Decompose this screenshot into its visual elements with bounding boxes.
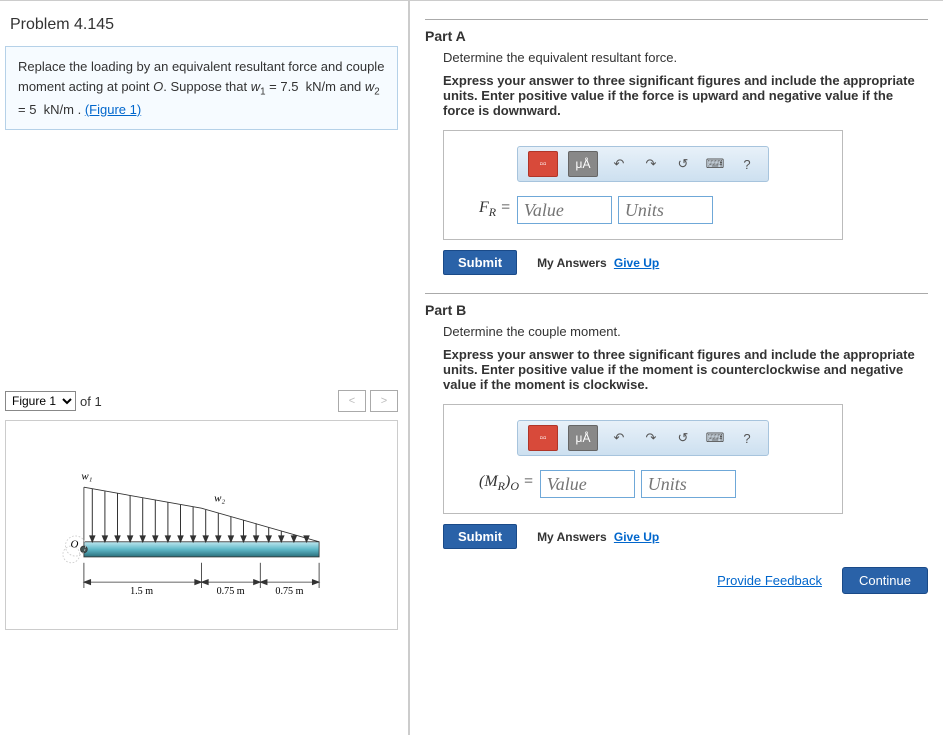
part-b-submit-button[interactable]: Submit (443, 524, 517, 549)
continue-button[interactable]: Continue (842, 567, 928, 594)
figure-select[interactable]: Figure 1 (5, 391, 76, 411)
give-up-link[interactable]: Give Up (614, 256, 659, 270)
part-a-label: Part A (425, 28, 928, 44)
reset-icon[interactable]: ↺ (672, 153, 694, 175)
help-icon[interactable]: ? (736, 153, 758, 175)
part-b-variable: (MR)O = (479, 473, 534, 494)
figure-dim-2: 0.75 m (217, 586, 245, 597)
problem-statement: Replace the loading by an equivalent res… (5, 46, 398, 130)
problem-title: Problem 4.145 (10, 16, 398, 34)
part-b-bold: Express your answer to three significant… (443, 347, 928, 392)
figure-label-o: O (70, 539, 78, 551)
give-up-link[interactable]: Give Up (614, 530, 659, 544)
figure-image: O w₁ w₂ (5, 420, 398, 630)
part-a-answer-box: ▫▫ μÅ ↶ ↷ ↺ ⌨ ? FR = (443, 130, 843, 240)
part-b-label: Part B (425, 302, 928, 318)
part-b-instruction: Determine the couple moment. (443, 324, 928, 339)
part-a-submit-button[interactable]: Submit (443, 250, 517, 275)
keyboard-icon[interactable]: ⌨ (704, 427, 726, 449)
redo-icon[interactable]: ↷ (640, 153, 662, 175)
part-a-variable: FR = (479, 199, 511, 220)
part-a-bold: Express your answer to three significant… (443, 73, 928, 118)
part-a-units-input[interactable] (618, 196, 713, 224)
figure-label-w1: w₁ (81, 471, 92, 483)
redo-icon[interactable]: ↷ (640, 427, 662, 449)
figure-link[interactable]: (Figure 1) (85, 102, 141, 117)
part-b-answer-box: ▫▫ μÅ ↶ ↷ ↺ ⌨ ? (MR)O = (443, 404, 843, 514)
mu-a-button[interactable]: μÅ (568, 425, 598, 451)
problem-text: Replace the loading by an equivalent res… (18, 59, 384, 117)
figure-of-text: of 1 (80, 394, 102, 409)
template-icon[interactable]: ▫▫ (528, 425, 558, 451)
undo-icon[interactable]: ↶ (608, 153, 630, 175)
template-icon[interactable]: ▫▫ (528, 151, 558, 177)
figure-next-button[interactable]: > (370, 390, 398, 412)
my-answers-label: My Answers (537, 530, 607, 544)
keyboard-icon[interactable]: ⌨ (704, 153, 726, 175)
figure-prev-button[interactable]: < (338, 390, 366, 412)
part-b-units-input[interactable] (641, 470, 736, 498)
provide-feedback-link[interactable]: Provide Feedback (717, 573, 822, 588)
mu-a-button[interactable]: μÅ (568, 151, 598, 177)
figure-dim-1: 1.5 m (130, 586, 153, 597)
undo-icon[interactable]: ↶ (608, 427, 630, 449)
part-b-value-input[interactable] (540, 470, 635, 498)
figure-dim-3: 0.75 m (275, 586, 303, 597)
help-icon[interactable]: ? (736, 427, 758, 449)
reset-icon[interactable]: ↺ (672, 427, 694, 449)
part-a-instruction: Determine the equivalent resultant force… (443, 50, 928, 65)
figure-label-w2: w₂ (214, 493, 225, 505)
part-a-value-input[interactable] (517, 196, 612, 224)
my-answers-label: My Answers (537, 256, 607, 270)
